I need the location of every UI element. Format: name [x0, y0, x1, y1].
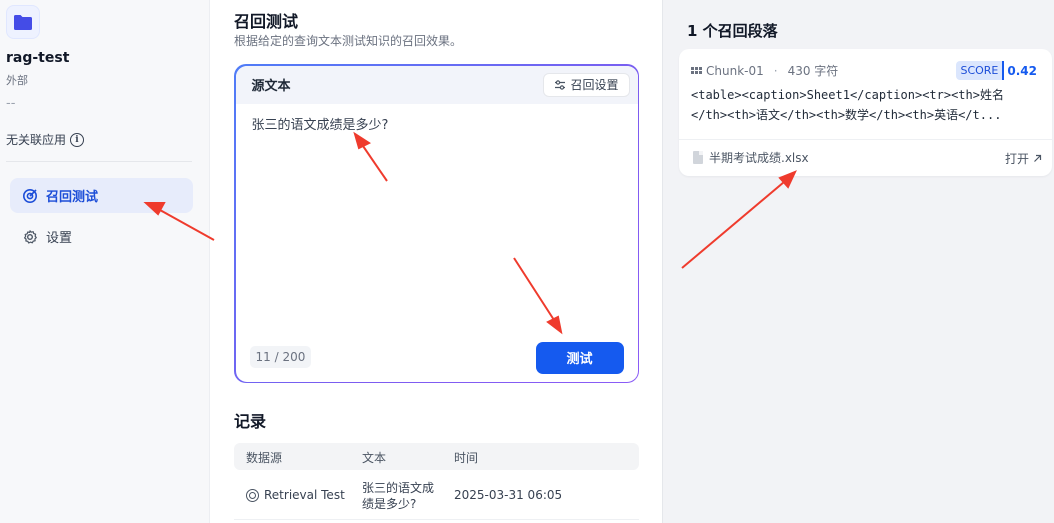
query-textarea[interactable]: 张三的语文成绩是多少?	[252, 114, 389, 133]
record-time: 2025-03-31 06:05	[454, 488, 563, 502]
grid-icon	[691, 67, 702, 74]
chunk-char-count: 430 字符	[787, 64, 839, 78]
knowledge-base-name: rag-test	[6, 50, 70, 66]
linked-apps: 无关联应用 i	[6, 131, 85, 148]
sliders-icon	[555, 79, 566, 90]
query-card-header: 源文本 召回设置	[235, 65, 638, 104]
linked-apps-label: 无关联应用	[6, 133, 67, 147]
column-header-source: 数据源	[246, 451, 283, 465]
retrieval-settings-button[interactable]: 召回设置	[543, 72, 630, 97]
query-card: 源文本 召回设置 张三的语文成绩是多少? 11 / 200 测试	[234, 64, 639, 383]
document-icon	[693, 151, 703, 164]
gear-icon	[24, 229, 37, 244]
target-icon	[23, 188, 37, 203]
score-label: SCORE	[956, 61, 1005, 80]
chunk-content-line: <table><caption>Sheet1</caption><tr><th>…	[691, 88, 1004, 102]
record-text: 张三的语文成 绩是多少?	[362, 480, 448, 512]
sidebar-item-label: 设置	[46, 231, 73, 246]
column-header-time: 时间	[454, 451, 479, 465]
chunk-card[interactable]: Chunk-01 · 430 字符 SCORE 0.42 <table><cap…	[679, 49, 1052, 176]
retrieval-settings-label: 召回设置	[570, 78, 619, 92]
arrow-up-right-icon	[1034, 154, 1042, 162]
record-source-label: Retrieval Test	[264, 488, 345, 502]
chunk-divider	[679, 139, 1052, 140]
results-title: 1 个召回段落	[687, 22, 778, 40]
chunk-content: <table><caption>Sheet1</caption><tr><th>…	[691, 85, 1041, 125]
open-file-button[interactable]: 打开	[1005, 150, 1042, 167]
knowledge-base-description: --	[6, 96, 16, 111]
chunk-content-line: </th><th>语文</th><th>数学</th><th>英语</t...	[691, 108, 1002, 122]
records-table-header: 数据源 文本 时间	[234, 443, 639, 470]
target-icon	[246, 488, 259, 502]
sidebar-item-settings[interactable]: 设置	[10, 219, 193, 254]
chunk-separator: ·	[773, 63, 778, 78]
knowledge-base-type: 外部	[6, 74, 28, 87]
chunk-source-file: 半期考试成绩.xlsx	[693, 149, 809, 166]
sidebar-item-retrieval-test[interactable]: 召回测试	[10, 178, 193, 213]
record-text-line: 张三的语文成	[362, 481, 435, 495]
records-title: 记录	[234, 412, 267, 431]
sidebar-item-label: 召回测试	[46, 190, 99, 205]
column-header-text: 文本	[362, 451, 387, 465]
results-panel: 1 个召回段落 Chunk-01 · 430 字符 SCORE 0.42 <ta…	[662, 0, 1054, 523]
page-subtitle: 根据给定的查询文本测试知识的召回效果。	[234, 34, 463, 48]
chunk-id: Chunk-01	[706, 63, 764, 78]
source-text-label: 源文本	[251, 79, 291, 94]
info-icon[interactable]: i	[70, 132, 85, 147]
record-source: Retrieval Test	[246, 488, 345, 502]
table-row[interactable]: Retrieval Test 张三的语文成 绩是多少? 2025-03-31 0…	[234, 474, 639, 520]
score-badge: SCORE 0.42	[956, 61, 1040, 80]
test-button[interactable]: 测试	[535, 341, 624, 374]
record-text-line: 绩是多少?	[362, 497, 417, 511]
open-label: 打开	[1004, 152, 1029, 166]
sidebar-divider	[6, 161, 192, 162]
character-counter: 11 / 200	[249, 345, 312, 368]
chunk-meta: Chunk-01 · 430 字符	[691, 62, 838, 79]
page-title: 召回测试	[234, 12, 299, 31]
score-value: 0.42	[1004, 61, 1040, 80]
chunk-file-name: 半期考试成绩.xlsx	[709, 151, 809, 165]
sidebar: rag-test 外部 -- 无关联应用 i 召回测试 设置	[0, 0, 210, 523]
main-panel: 召回测试 根据给定的查询文本测试知识的召回效果。 源文本 召回设置 张三的语文成…	[210, 0, 662, 523]
folder-icon[interactable]	[6, 5, 40, 39]
